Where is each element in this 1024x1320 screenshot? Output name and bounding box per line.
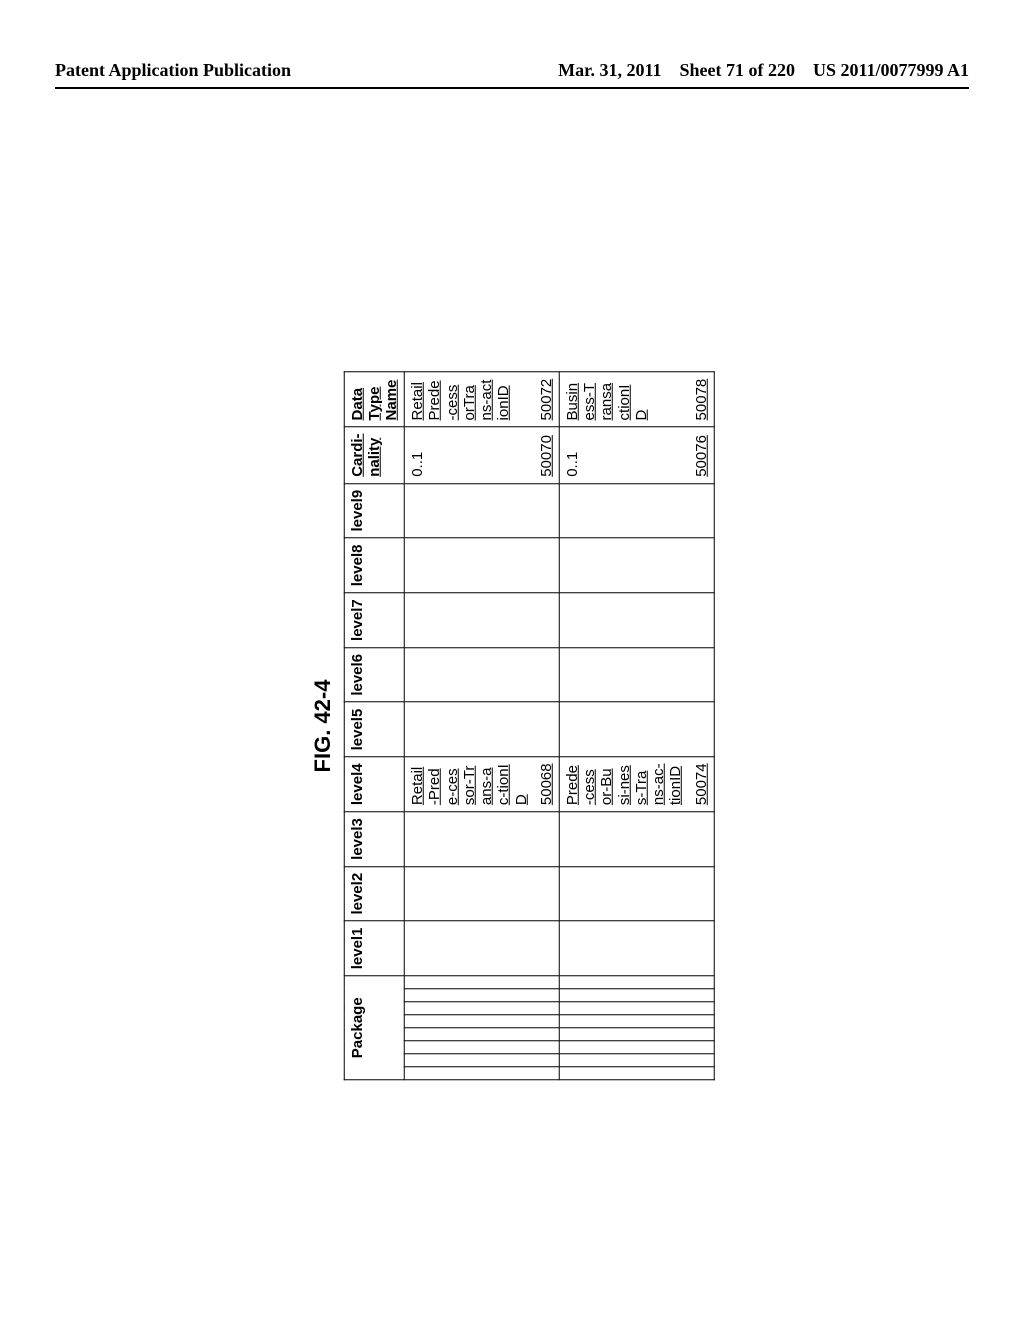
pkg-cell [559,1054,714,1067]
col-level2: level2 [344,866,404,921]
figure-title: FIG. 42-4 [310,372,336,1081]
pkg-cell [404,1054,559,1067]
col-level5: level5 [344,702,404,757]
table-row: Prede-cessor-Busi-ness-Trans-ac-tionID 5… [559,372,714,1080]
pkg-cell [404,1067,559,1080]
datatype-value: Business-TransactionID [564,379,650,421]
level6-cell [559,647,714,702]
datatype-cell: RetailPrede-cessorTrans-actionID 50072 [404,372,559,427]
level4-cell: Retail-Prede-cessor-Trans-ac-tionID 5006… [404,757,559,812]
datatype-ref: 50072 [538,379,555,421]
level4-cell: Prede-cessor-Busi-ness-Trans-ac-tionID 5… [559,757,714,812]
header-left: Patent Application Publication [55,60,291,81]
col-cardinality: Cardi-nality [344,427,404,483]
cardinality-cell: 0..1 50076 [559,427,714,483]
level8-cell [559,538,714,593]
col-level1: level1 [344,921,404,976]
level4-value: Prede-cessor-Busi-ness-Trans-ac-tionID [564,763,685,805]
level6-cell [404,647,559,702]
level5-cell [404,702,559,757]
pkg-cell [559,1002,714,1015]
col-level3: level3 [344,812,404,867]
pkg-cell [404,1015,559,1028]
pkg-cell [404,1041,559,1054]
level9-cell [559,483,714,538]
figure-container: FIG. 42-4 Package level1 level2 level3 l… [310,372,715,1081]
pkg-cell [559,989,714,1002]
header-sheet: Sheet 71 of 220 [679,60,795,81]
level4-value: Retail-Prede-cessor-Trans-ac-tionID [409,763,530,805]
level7-cell [559,593,714,648]
level2-cell [559,866,714,921]
level9-cell [404,483,559,538]
level5-cell [559,702,714,757]
level3-cell [404,812,559,867]
cardinality-value: 0..1 [409,433,426,476]
level4-ref: 50068 [538,763,555,805]
col-level9: level9 [344,483,404,538]
col-level4: level4 [344,757,404,812]
datatype-value: RetailPrede-cessorTrans-actionID [409,379,513,421]
pkg-cell [559,1028,714,1041]
pkg-cell [559,1015,714,1028]
level8-cell [404,538,559,593]
header-pubno: US 2011/0077999 A1 [813,60,969,81]
col-datatype: Data Type Name [344,372,404,427]
col-level8: level8 [344,538,404,593]
cardinality-value: 0..1 [564,433,581,476]
table-row: Retail-Prede-cessor-Trans-ac-tionID 5006… [404,372,559,1080]
level1-cell [404,921,559,976]
header-date: Mar. 31, 2011 [558,60,661,81]
pkg-cell [404,989,559,1002]
col-package: Package [344,976,404,1080]
table-header-row: Package level1 level2 level3 level4 leve… [344,372,404,1080]
cardinality-ref: 50076 [692,433,709,476]
cardinality-ref: 50070 [538,433,555,476]
pkg-cell [559,976,714,989]
datatype-cell: Business-TransactionID 50078 [559,372,714,427]
col-level6: level6 [344,647,404,702]
level1-cell [559,921,714,976]
pkg-cell [559,1041,714,1054]
level7-cell [404,593,559,648]
pkg-cell [559,1067,714,1080]
cardinality-cell: 0..1 50070 [404,427,559,483]
page-header: Patent Application Publication Mar. 31, … [55,60,969,89]
pkg-cell [404,976,559,989]
level3-cell [559,812,714,867]
col-level7: level7 [344,593,404,648]
pkg-cell [404,1028,559,1041]
level2-cell [404,866,559,921]
level4-ref: 50074 [692,763,709,805]
pkg-cell [404,1002,559,1015]
datatype-ref: 50078 [692,379,709,421]
data-table: Package level1 level2 level3 level4 leve… [344,372,715,1081]
